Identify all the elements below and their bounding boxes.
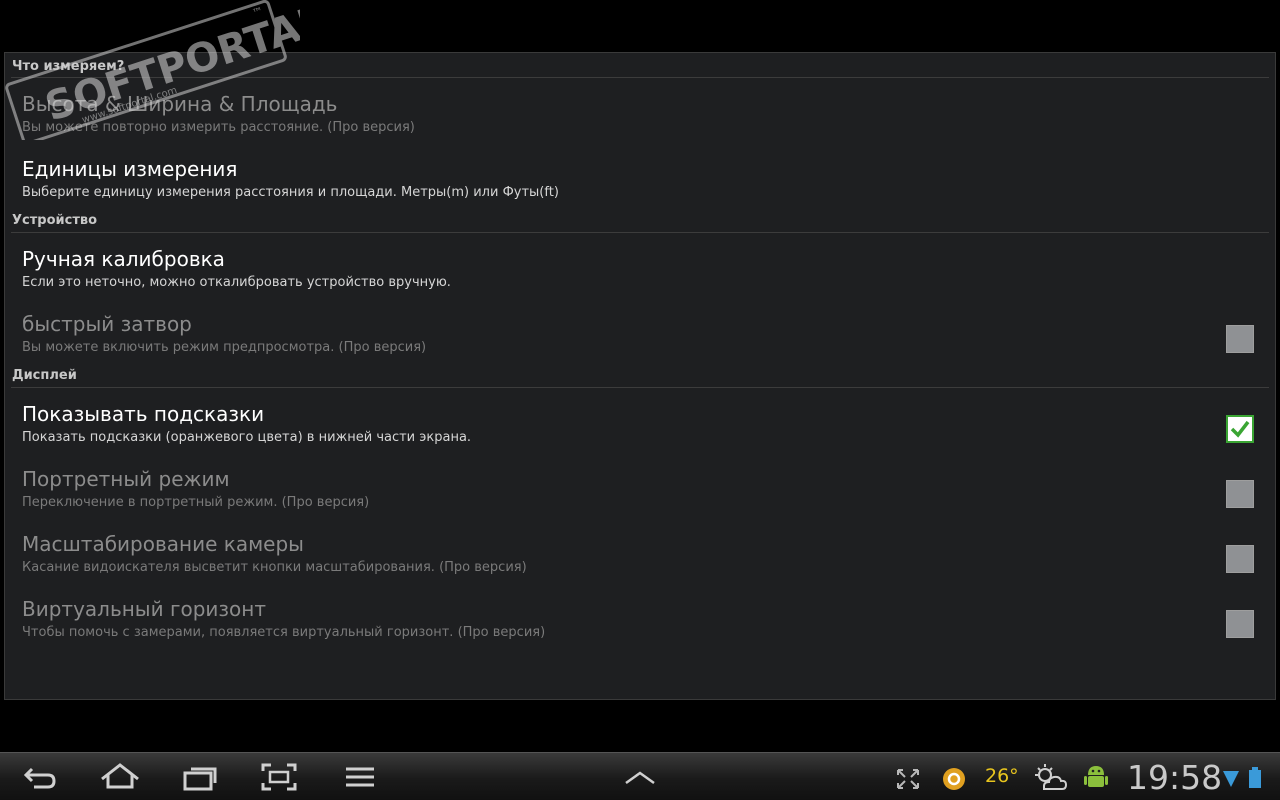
watermark-brand: SOFTPORTAL bbox=[40, 0, 300, 131]
setting-title: Виртуальный горизонт bbox=[22, 597, 266, 621]
quick-shutter-checkbox[interactable] bbox=[1226, 325, 1254, 353]
setting-subtitle: Вы можете включить режим предпросмотра. … bbox=[22, 340, 427, 355]
setting-subtitle: Касание видоискателя высветит кнопки мас… bbox=[22, 560, 527, 575]
setting-title: быстрый затвор bbox=[22, 312, 192, 336]
section-divider bbox=[11, 387, 1269, 388]
recent-apps-icon[interactable] bbox=[183, 761, 219, 793]
chevron-up-icon[interactable] bbox=[622, 761, 658, 793]
setting-title: Единицы измерения bbox=[22, 157, 238, 181]
section-header-device: Устройство bbox=[12, 213, 98, 228]
wifi-icon bbox=[1223, 771, 1239, 787]
system-navigation-bar: 26° 19:58 bbox=[0, 752, 1280, 800]
setting-quick-shutter[interactable]: быстрый затвор Вы можете включить режим … bbox=[5, 311, 1275, 375]
settings-panel: Что измеряем? Высота & Ширина & Площадь … bbox=[4, 52, 1276, 700]
setting-manual-calibration[interactable]: Ручная калибровка Если это неточно, можн… bbox=[5, 246, 1275, 310]
android-icon bbox=[1084, 766, 1108, 787]
camera-zoom-checkbox[interactable] bbox=[1226, 545, 1254, 573]
section-header-display: Дисплей bbox=[12, 368, 77, 383]
portrait-mode-checkbox[interactable] bbox=[1226, 480, 1254, 508]
setting-virtual-horizon[interactable]: Виртуальный горизонт Чтобы помочь с заме… bbox=[5, 596, 1275, 660]
setting-show-hints[interactable]: Показывать подсказки Показать подсказки … bbox=[5, 401, 1275, 465]
home-icon[interactable] bbox=[100, 761, 140, 793]
setting-subtitle: Чтобы помочь с замерами, появляется вирт… bbox=[22, 625, 546, 640]
section-divider bbox=[11, 232, 1269, 233]
setting-subtitle: Выберите единицу измерения расстояния и … bbox=[22, 185, 559, 200]
setting-title: Ручная калибровка bbox=[22, 247, 225, 271]
clock-label: 19:58 bbox=[1127, 758, 1223, 797]
fullscreen-icon[interactable] bbox=[895, 761, 921, 793]
notification-app-icon[interactable] bbox=[940, 761, 968, 793]
setting-title: Масштабирование камеры bbox=[22, 532, 304, 556]
setting-camera-zoom[interactable]: Масштабирование камеры Касание видоискат… bbox=[5, 531, 1275, 595]
setting-title: Показывать подсказки bbox=[22, 402, 265, 426]
weather-icon bbox=[1035, 764, 1068, 790]
show-hints-checkbox[interactable] bbox=[1226, 415, 1254, 443]
checkmark-icon bbox=[1230, 420, 1250, 438]
virtual-horizon-checkbox[interactable] bbox=[1226, 610, 1254, 638]
back-icon[interactable] bbox=[22, 761, 58, 793]
battery-icon bbox=[1249, 767, 1261, 788]
temperature-label: 26° bbox=[985, 765, 1019, 787]
setting-subtitle: Показать подсказки (оранжевого цвета) в … bbox=[22, 430, 472, 445]
menu-icon[interactable] bbox=[344, 761, 376, 793]
setting-subtitle: Переключение в портретный режим. (Про ве… bbox=[22, 495, 370, 510]
setting-title: Портретный режим bbox=[22, 467, 230, 491]
screenshot-icon[interactable] bbox=[261, 761, 297, 793]
setting-portrait-mode[interactable]: Портретный режим Переключение в портретн… bbox=[5, 466, 1275, 530]
setting-subtitle: Если это неточно, можно откалибровать ус… bbox=[22, 275, 451, 290]
softportal-watermark-logo: SOFTPORTAL ™ www.softportal.com bbox=[5, 0, 300, 140]
setting-units[interactable]: Единицы измерения Выберите единицу измер… bbox=[5, 156, 1275, 220]
